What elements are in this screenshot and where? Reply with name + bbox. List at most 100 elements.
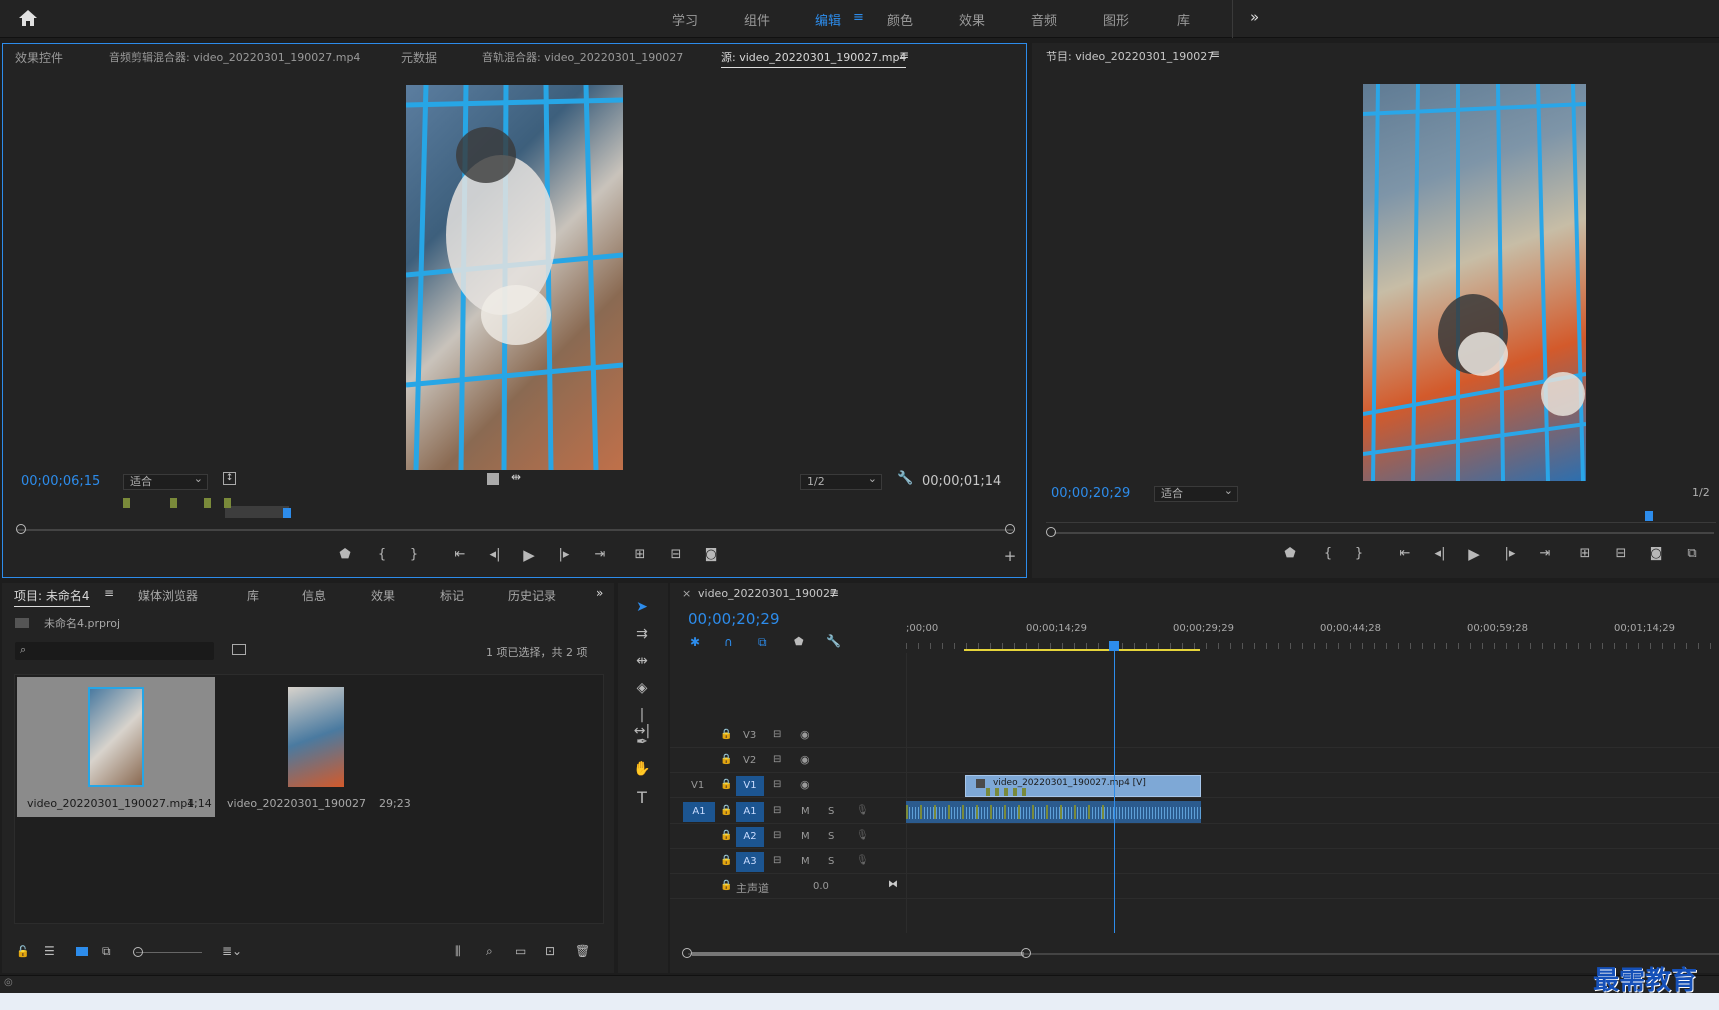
timeline-scroll-left-handle[interactable] (682, 948, 692, 958)
track-eye-icon[interactable]: ◉ (800, 728, 810, 741)
program-time-ruler[interactable] (1046, 505, 1716, 523)
program-title[interactable]: 节目: video_20220301_190027 (1046, 48, 1214, 64)
timeline-scroll-thumb[interactable] (692, 952, 1024, 956)
tab-metadata[interactable]: 元数据 (401, 49, 437, 66)
tab-project[interactable]: 项目: 未命名4 (14, 587, 90, 607)
mute-button[interactable]: M (801, 831, 810, 842)
source-marker[interactable] (123, 498, 130, 508)
timeline-playhead-handle[interactable] (1109, 641, 1119, 651)
program-playhead[interactable] (1645, 511, 1653, 521)
source-scroll-left-handle[interactable] (16, 524, 26, 534)
source-patch-a1[interactable]: A1 (683, 802, 715, 822)
work-area-bar[interactable] (964, 649, 1200, 651)
export-frame-camera-icon[interactable]: ◙ (702, 547, 720, 562)
source-time-ruler[interactable] (17, 496, 1012, 520)
new-bin-icon[interactable]: ▭ (515, 944, 526, 958)
workspace-audio[interactable]: 音频 (1031, 10, 1057, 29)
program-step-forward-button[interactable]: |▸ (1501, 546, 1519, 561)
workspace-edit[interactable]: 编辑 (815, 10, 841, 29)
source-zoom-select[interactable]: 适合 (123, 472, 208, 490)
overwrite-button[interactable]: ⊟ (667, 547, 685, 562)
add-button-icon[interactable]: + (1001, 547, 1019, 565)
step-back-button[interactable]: ◂| (486, 547, 504, 562)
drag-video-icon[interactable] (487, 473, 499, 485)
timeline-timecode[interactable]: 00;00;20;29 (688, 610, 780, 628)
play-button[interactable]: ▶ (520, 546, 538, 564)
program-add-marker-button[interactable]: ⬟ (1281, 546, 1299, 561)
track-eye-icon[interactable]: ◉ (800, 753, 810, 766)
program-playhead-timecode[interactable]: 00;00;20;29 (1051, 486, 1130, 501)
workspace-libraries[interactable]: 库 (1177, 10, 1190, 29)
track-lock-icon[interactable]: 🔒 (720, 855, 732, 866)
track-select-tool-icon[interactable]: ⇉ (632, 626, 652, 642)
icon-view-icon[interactable] (76, 947, 88, 956)
workspace-effects[interactable]: 效果 (959, 10, 985, 29)
mark-in-button[interactable]: { (373, 547, 391, 562)
list-view-icon[interactable]: ☰ (44, 944, 55, 958)
source-playhead-timecode[interactable]: 00;00;06;15 (21, 474, 100, 489)
track-target-a1[interactable]: A1 (736, 802, 764, 822)
tab-audio-track-mixer[interactable]: 音轨混合器: video_20220301_190027 (482, 49, 683, 65)
new-bin-from-search-icon[interactable] (232, 644, 246, 655)
tab-source[interactable]: 源: video_20220301_190027.mp4 (721, 49, 907, 68)
mute-button[interactable]: M (801, 856, 810, 867)
sort-icons-icon[interactable]: ≣⌄ (222, 944, 242, 958)
sequence-tab[interactable]: video_20220301_190027 (698, 587, 837, 600)
find-icon[interactable]: ⌕ (486, 944, 493, 959)
tab-effect-controls[interactable]: 效果控件 (15, 49, 63, 66)
track-lock-icon[interactable]: 🔒 (720, 830, 732, 841)
source-marker[interactable] (224, 498, 231, 508)
program-go-to-out-button[interactable]: ⇥ (1536, 546, 1554, 561)
source-patch-v1[interactable]: V1 (691, 780, 704, 791)
pen-tool-icon[interactable]: ✒ (632, 734, 652, 750)
program-mark-out-button[interactable]: } (1350, 546, 1368, 561)
nest-icon[interactable]: ✱ (690, 635, 700, 649)
lock-icon[interactable]: 🔓 (16, 945, 30, 958)
freeform-view-icon[interactable]: ⧉ (102, 944, 111, 959)
snap-icon[interactable]: ∩ (724, 635, 733, 649)
track-target-v1[interactable]: V1 (736, 776, 764, 796)
new-item-icon[interactable]: ⊡ (545, 944, 555, 958)
master-volume-value[interactable]: 0.0 (813, 881, 829, 892)
program-play-button[interactable]: ▶ (1465, 545, 1483, 563)
track-lock-icon[interactable]: 🔒 (720, 880, 732, 891)
linked-selection-icon[interactable]: ⧉ (758, 635, 767, 650)
program-zoom-select[interactable]: 适合 (1154, 484, 1238, 502)
timeline-settings-icon[interactable]: 🔧 (826, 634, 841, 648)
insert-button[interactable]: ⊞ (631, 547, 649, 562)
solo-button[interactable]: S (828, 856, 834, 867)
tab-history[interactable]: 历史记录 (508, 587, 556, 604)
track-eye-icon[interactable]: ◉ (800, 778, 810, 791)
add-marker-button[interactable]: ⬟ (336, 547, 354, 562)
workspace-color[interactable]: 颜色 (887, 10, 913, 29)
go-to-out-point-icon[interactable]: ⧓ (888, 879, 898, 890)
tab-markers[interactable]: 标记 (440, 587, 464, 604)
workspace-learn[interactable]: 学习 (672, 10, 698, 29)
comparison-view-icon[interactable]: ⧉ (1683, 546, 1701, 561)
track-sync-icon[interactable]: ⊟ (773, 830, 781, 841)
tab-source-menu-icon[interactable]: ≡ (899, 48, 909, 62)
source-resolution-select[interactable]: 1/2 (800, 472, 882, 490)
solo-button[interactable]: S (828, 831, 834, 842)
voiceover-mic-icon[interactable]: 🎙 (856, 830, 869, 841)
more-workspaces-button[interactable]: » (1250, 8, 1259, 26)
drag-audio-icon[interactable]: ⇹ (511, 470, 521, 484)
selection-tool-icon[interactable]: ➤ (632, 599, 652, 615)
source-wrench-icon[interactable]: 🔧 (897, 471, 913, 486)
project-search-input[interactable]: ⌕ (15, 642, 214, 660)
mark-out-button[interactable]: } (405, 547, 423, 562)
source-marker[interactable] (170, 498, 177, 508)
video-clip[interactable]: video_20220301_190027.mp4 [V] (965, 775, 1201, 797)
home-icon[interactable] (18, 9, 38, 27)
workspace-assembly[interactable]: 组件 (744, 10, 770, 29)
go-to-out-button[interactable]: ⇥ (591, 547, 609, 562)
program-mark-in-button[interactable]: { (1319, 546, 1337, 561)
track-target-a2[interactable]: A2 (736, 827, 764, 847)
audio-clip[interactable] (906, 801, 1201, 823)
track-lock-icon[interactable]: 🔒 (720, 754, 732, 765)
extract-button[interactable]: ⊟ (1612, 546, 1630, 561)
project-item-selected[interactable]: video_20220301_190027.mp4 1;14 (17, 677, 215, 817)
program-menu-icon[interactable]: ≡ (1210, 47, 1220, 61)
timeline-playhead-line[interactable] (1114, 651, 1115, 933)
step-forward-button[interactable]: |▸ (555, 547, 573, 562)
